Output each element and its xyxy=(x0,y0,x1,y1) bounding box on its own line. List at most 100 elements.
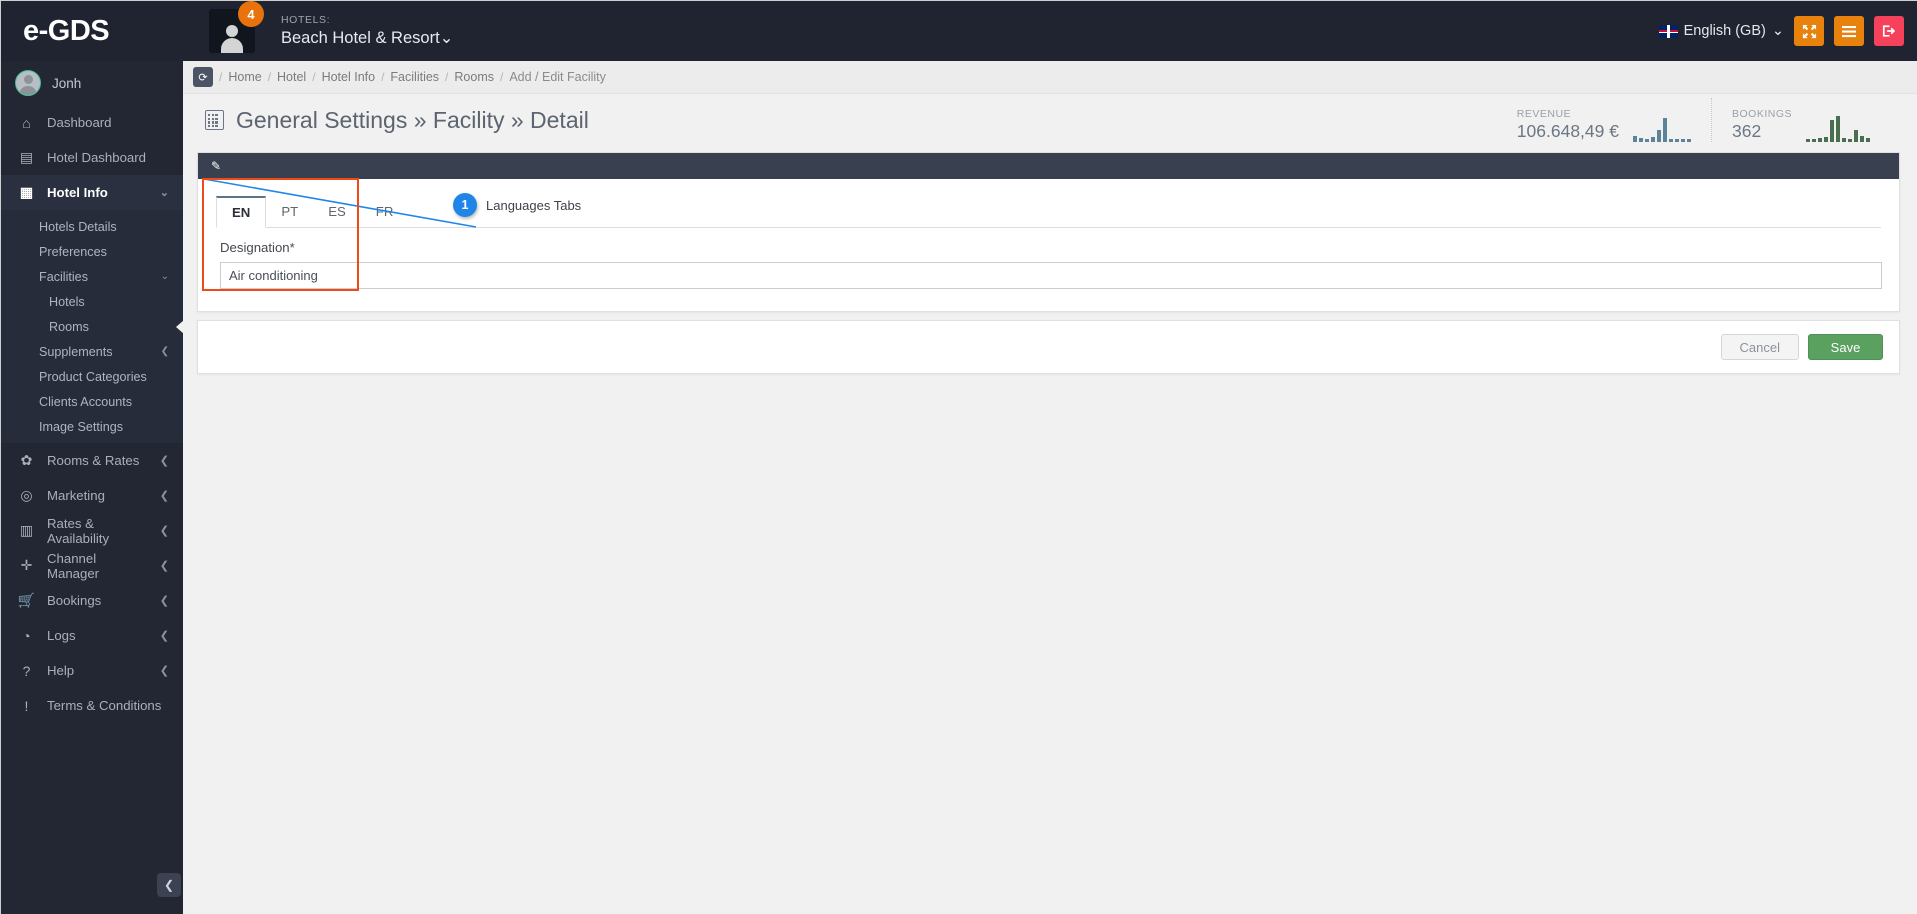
sidebar-subitem-facilities[interactable]: Facilities ⌄ xyxy=(1,264,183,289)
sidebar-subitem-rooms[interactable]: Rooms xyxy=(1,314,183,339)
building-icon xyxy=(205,110,224,130)
sidebar-subitem-product-categories[interactable]: Product Categories xyxy=(1,364,183,389)
sidebar-subitem-hotels[interactable]: Hotels xyxy=(1,289,183,314)
stat-text: REVENUE 106.648,49 € xyxy=(1517,108,1619,142)
gears-icon: ✿ xyxy=(20,452,33,468)
spark-bar xyxy=(1824,137,1828,142)
sidebar-item-hotel-info[interactable]: ▦ Hotel Info ⌄ xyxy=(1,175,183,210)
chevron-down-icon: ⌄ xyxy=(439,28,454,47)
logout-button[interactable] xyxy=(1874,16,1904,46)
menu-toggle-button[interactable] xyxy=(1834,16,1864,46)
sidebar-item-label: Rooms & Rates xyxy=(47,453,140,468)
refresh-button[interactable]: ⟳ xyxy=(193,67,213,87)
tab-es[interactable]: ES xyxy=(313,196,361,227)
sidebar-item-rooms-rates[interactable]: ✿ Rooms & Rates ❮ xyxy=(1,443,183,478)
avatar xyxy=(15,70,41,96)
spark-bar xyxy=(1680,139,1685,142)
sidebar-item-help[interactable]: ? Help ❮ xyxy=(1,653,183,688)
spark-bar xyxy=(1638,138,1643,142)
chevron-left-icon: ❮ xyxy=(163,878,175,892)
sidebar-item-dashboard[interactable]: ⌂ Dashboard xyxy=(1,105,183,140)
stats-summary: REVENUE 106.648,49 € BOOKINGS 362 xyxy=(1497,98,1917,142)
sidebar-subitem-label: Supplements xyxy=(39,344,113,359)
sidebar-subitem-clients-accounts[interactable]: Clients Accounts xyxy=(1,389,183,414)
header-actions: English (GB) ⌄ xyxy=(1658,16,1917,46)
sidebar-subitem-label: Preferences xyxy=(39,244,107,259)
stat-text: BOOKINGS 362 xyxy=(1732,108,1792,142)
breadcrumb-item-home[interactable]: Home xyxy=(222,70,267,84)
sidebar-item-hotel-dashboard[interactable]: ▤ Hotel Dashboard xyxy=(1,140,183,175)
arrows-icon: ✛ xyxy=(20,557,33,573)
cart-icon: 🛒 xyxy=(17,592,36,608)
sidebar-item-label: Channel Manager xyxy=(47,550,100,581)
sidebar-item-rates-availability[interactable]: ▥ Rates & Availability ❮ xyxy=(1,513,183,548)
sidebar-item-label: Hotel Dashboard xyxy=(47,150,146,165)
cancel-button[interactable]: Cancel xyxy=(1720,334,1799,360)
expand-arrows-icon xyxy=(1802,24,1816,38)
chevron-down-icon: ⌄ xyxy=(1771,23,1784,39)
breadcrumb-item-add-edit-facility[interactable]: Add / Edit Facility xyxy=(503,70,612,84)
stat-value: 106.648,49 € xyxy=(1516,121,1619,141)
sidebar-username: Jonh xyxy=(52,75,82,91)
hotel-selector[interactable]: HOTELS: Beach Hotel & Resort⌄ xyxy=(281,14,454,47)
sidebar-navigation: Jonh ⌂ Dashboard ▤ Hotel Dashboard ▦ Hotel In… xyxy=(1,61,183,914)
sidebar-subitem-label: Product Categories xyxy=(39,369,147,384)
page-title: General Settings » Facility » Detail xyxy=(236,106,589,133)
sidebar-item-label: Terms & Conditions xyxy=(47,698,162,713)
save-button[interactable]: Save xyxy=(1808,334,1883,360)
spark-bar xyxy=(1656,130,1661,142)
facility-form-panel: ✎ EN PT ES FR Designation* xyxy=(197,152,1900,312)
annotation-callout-1: 1 Languages Tabs xyxy=(453,193,581,217)
chevron-left-icon: ❮ xyxy=(159,665,169,677)
edit-icon: ✎ xyxy=(211,159,222,173)
page-header: General Settings » Facility » Detail REV… xyxy=(183,94,1917,146)
breadcrumb-item-facilities[interactable]: Facilities xyxy=(384,70,445,84)
hamburger-icon xyxy=(1842,25,1856,37)
breadcrumb-item-hotel-info[interactable]: Hotel Info xyxy=(316,70,382,84)
logout-icon xyxy=(1882,25,1895,37)
sidebar-profile[interactable]: Jonh xyxy=(1,61,183,105)
notification-badge[interactable]: 4 xyxy=(238,1,264,27)
chevron-left-icon: ❮ xyxy=(159,455,169,467)
sidebar-item-label: Marketing xyxy=(47,488,105,503)
sidebar-subitem-label: Hotels xyxy=(49,294,85,309)
user-avatar-button[interactable]: 4 xyxy=(209,1,264,53)
designation-input[interactable] xyxy=(220,262,1882,289)
sidebar-item-bookings[interactable]: 🛒 Bookings ❮ xyxy=(1,583,183,618)
breadcrumb-item-rooms[interactable]: Rooms xyxy=(448,70,500,84)
sidebar-subitem-label: Clients Accounts xyxy=(39,394,133,409)
fullscreen-button[interactable] xyxy=(1794,16,1824,46)
stat-key: BOOKINGS xyxy=(1731,108,1792,120)
sparkline-chart xyxy=(1632,112,1691,142)
sidebar-item-label: Bookings xyxy=(47,593,102,608)
building-icon: ▦ xyxy=(19,184,34,200)
spark-bar xyxy=(1686,139,1691,142)
chevron-icon: ❮ xyxy=(160,346,169,357)
sidebar-subitem-image-settings[interactable]: Image Settings xyxy=(1,414,183,439)
dashboard-icon: ▤ xyxy=(19,149,34,165)
clock-icon: ◔ xyxy=(22,627,31,644)
chevron-left-icon: ❮ xyxy=(159,560,169,572)
spark-bar xyxy=(1644,139,1649,142)
sidebar-item-terms-conditions[interactable]: ! Terms & Conditions xyxy=(1,688,183,723)
sidebar-subitem-preferences[interactable]: Preferences xyxy=(1,239,183,264)
language-selector[interactable]: English (GB) ⌄ xyxy=(1658,23,1784,39)
chevron-left-icon: ❮ xyxy=(159,595,169,607)
sidebar-bottom-items: ✿ Rooms & Rates ❮ ◎ Marketing ❮ ▥ Rates & Avail… xyxy=(1,443,183,723)
brand-logo[interactable]: e-GDS xyxy=(1,1,229,61)
sidebar-item-logs[interactable]: ◔ Logs ❮ xyxy=(1,618,183,653)
spark-bar xyxy=(1848,139,1852,142)
sidebar-item-marketing[interactable]: ◎ Marketing ❮ xyxy=(1,478,183,513)
sidebar-item-channel-manager[interactable]: ✛ Channel Manager ❮ xyxy=(1,548,183,583)
bar-chart-icon: ▥ xyxy=(19,522,34,538)
tab-en[interactable]: EN xyxy=(216,196,267,228)
tab-fr[interactable]: FR xyxy=(361,196,409,227)
breadcrumb-item-hotel[interactable]: Hotel xyxy=(271,70,312,84)
tab-pt[interactable]: PT xyxy=(266,196,313,227)
sidebar-collapse-button[interactable]: ❮ xyxy=(157,873,181,897)
sidebar-subitem-hotels-details[interactable]: Hotels Details xyxy=(1,214,183,239)
user-silhouette-icon xyxy=(220,23,244,53)
sidebar-subitem-supplements[interactable]: Supplements ❮ xyxy=(1,339,183,364)
refresh-icon: ⟳ xyxy=(198,71,208,84)
chevron-left-icon: ❮ xyxy=(159,630,169,642)
